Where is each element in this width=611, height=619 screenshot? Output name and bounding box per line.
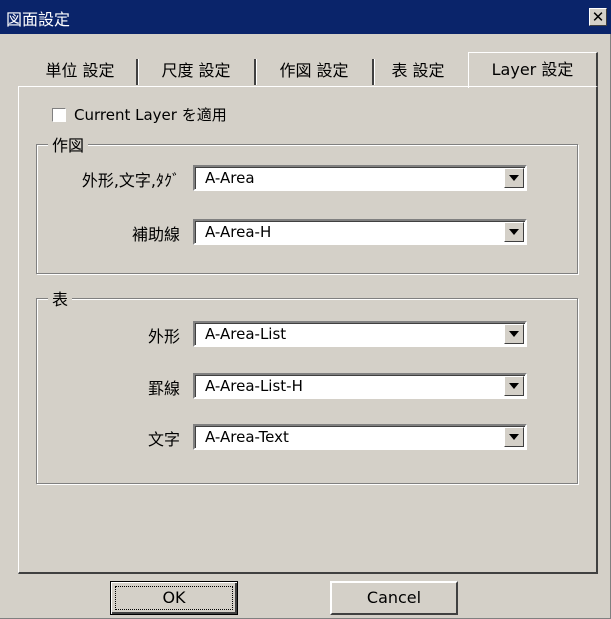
drawing-group-title: 作図 — [48, 132, 89, 156]
table-group-title: 表 — [48, 286, 73, 310]
ok-button[interactable]: OK — [110, 581, 238, 615]
tab-divider — [136, 59, 139, 85]
auxiliary-line-select[interactable]: A-Area-H — [193, 219, 527, 245]
tab-divider — [254, 59, 257, 85]
close-button[interactable]: ✕ — [589, 8, 607, 26]
select-value: A-Area — [205, 169, 255, 187]
table-outline-select[interactable]: A-Area-List — [193, 321, 527, 347]
tab-divider — [372, 59, 375, 85]
auxiliary-line-label: 補助線 — [131, 225, 180, 244]
ok-button-label: OK — [115, 586, 233, 610]
current-layer-checkbox-label[interactable]: Current Layer を適用 — [74, 104, 227, 125]
dropdown-button[interactable] — [504, 427, 524, 447]
tab-drawing-settings[interactable]: 作図 設定 — [258, 56, 370, 86]
table-text-label: 文字 — [147, 430, 180, 449]
dropdown-button[interactable] — [504, 376, 524, 396]
table-text-select[interactable]: A-Area-Text — [193, 424, 527, 450]
tab-table-settings[interactable]: 表 設定 — [376, 56, 460, 86]
dropdown-button[interactable] — [504, 324, 524, 344]
tab-scale-settings[interactable]: 尺度 設定 — [140, 56, 252, 86]
dialog-window: 図面設定 ✕ 単位 設定 尺度 設定 作図 設定 表 設定 Layer 設定 C… — [0, 0, 611, 619]
select-value: A-Area-H — [205, 223, 272, 241]
tab-layer-settings[interactable]: Layer 設定 — [468, 52, 598, 88]
dropdown-button[interactable] — [504, 222, 524, 242]
current-layer-checkbox[interactable] — [52, 108, 66, 122]
select-value: A-Area-List — [205, 325, 287, 343]
select-value: A-Area-Text — [205, 428, 289, 446]
chevron-down-icon — [509, 229, 519, 235]
outline-text-tag-select[interactable]: A-Area — [193, 165, 527, 191]
outline-text-tag-label: 外形,文字,ﾀｸﾞ — [81, 171, 180, 190]
dropdown-button[interactable] — [504, 168, 524, 188]
tab-unit-settings[interactable]: 単位 設定 — [24, 56, 136, 86]
table-outline-label: 外形 — [147, 327, 180, 346]
chevron-down-icon — [509, 383, 519, 389]
table-ruled-line-label: 罫線 — [147, 379, 180, 398]
chevron-down-icon — [509, 175, 519, 181]
cancel-button[interactable]: Cancel — [330, 581, 458, 615]
title-bar[interactable]: 図面設定 ✕ — [0, 0, 611, 34]
window-title: 図面設定 — [6, 10, 71, 29]
table-ruled-line-select[interactable]: A-Area-List-H — [193, 373, 527, 399]
select-value: A-Area-List-H — [205, 377, 303, 395]
close-icon: ✕ — [591, 8, 605, 26]
chevron-down-icon — [509, 434, 519, 440]
chevron-down-icon — [509, 331, 519, 337]
drawing-group — [36, 144, 578, 274]
